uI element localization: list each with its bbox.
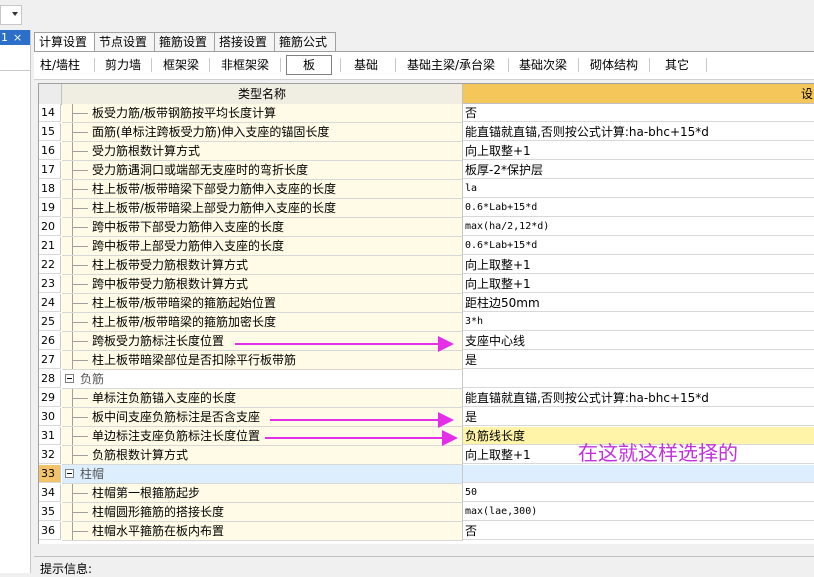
hint-bar: 提示信息:: [34, 556, 814, 576]
annotation-arrows: [235, 336, 458, 446]
annotation-text: 在这就这样选择的: [578, 441, 738, 465]
hint-label: 提示信息:: [40, 562, 93, 576]
